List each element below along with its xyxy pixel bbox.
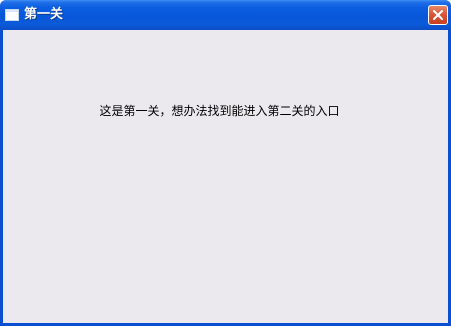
level-message: 这是第一关，想办法找到能进入第二关的入口 [99,104,340,118]
close-button[interactable] [428,5,448,25]
window-client-area: 这是第一关，想办法找到能进入第二关的入口 [3,30,448,323]
title-bar[interactable]: 第一关 [0,0,451,30]
window-icon[interactable] [5,9,19,21]
window-title: 第一关 [24,7,64,22]
app-window: 第一关 这是第一关，想办法找到能进入第二关的入口 [0,0,451,326]
close-icon [433,10,443,20]
